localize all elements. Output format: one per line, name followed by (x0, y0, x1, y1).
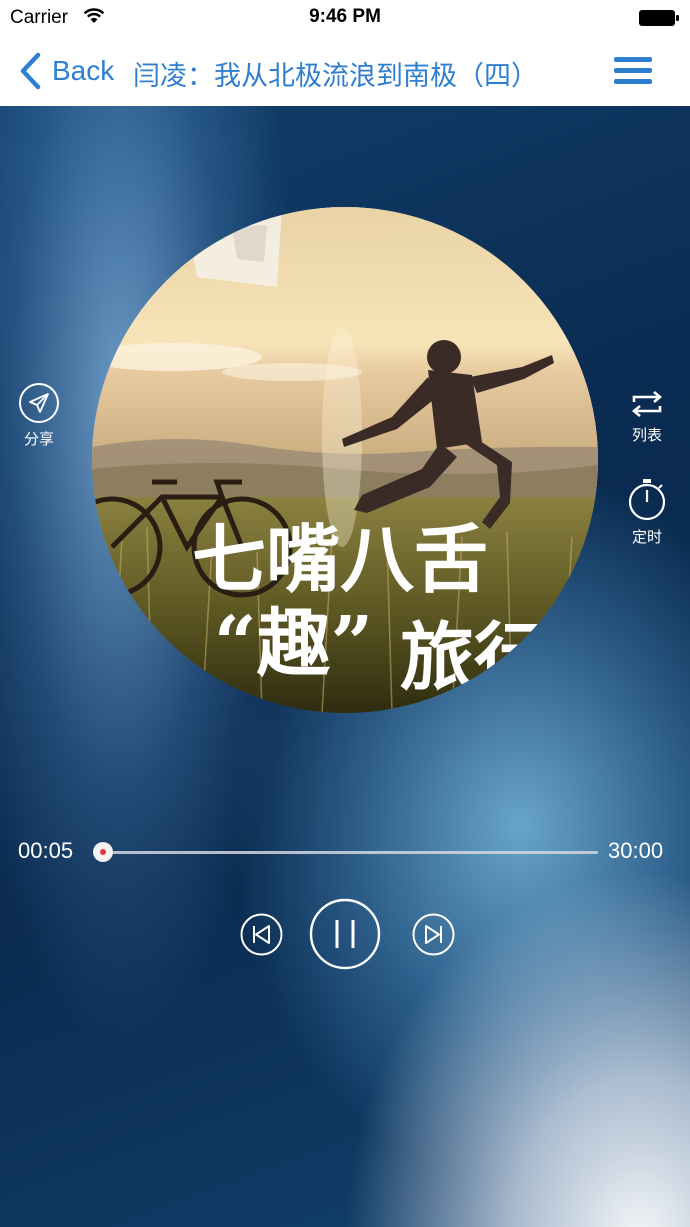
timer-icon (628, 479, 666, 521)
album-title-line2-quote: “趣” (214, 601, 373, 687)
playlist-label: 列表 (631, 426, 662, 444)
status-bar: Carrier 9:46 PM (0, 0, 690, 36)
album-title-line1: 七嘴八舌 (192, 517, 488, 603)
back-button[interactable]: Back (18, 51, 114, 91)
album-cover-illustration: 七嘴八舌 “趣” 旅行 (92, 207, 598, 713)
status-time: 9:46 PM (309, 6, 381, 27)
current-time: 00:05 (18, 838, 74, 863)
total-time: 30:00 (608, 838, 664, 863)
playlist-button[interactable]: 列表 (626, 388, 668, 445)
battery-icon (639, 10, 679, 26)
navigation-bar: Back 闫凌：我从北极流浪到南极（四） (0, 36, 690, 106)
pause-icon[interactable] (309, 898, 381, 970)
previous-icon[interactable] (240, 913, 283, 956)
share-label: 分享 (23, 430, 54, 448)
page-title: 闫凌：我从北极流浪到南极（四） (133, 61, 538, 92)
back-label: Back (52, 55, 115, 86)
share-icon (19, 383, 59, 423)
album-title-line2-rest: 旅行 (400, 615, 548, 701)
timer-button[interactable]: 定时 (626, 478, 668, 547)
menu-icon[interactable] (614, 56, 652, 86)
repeat-icon (631, 391, 663, 417)
progress-bar[interactable] (102, 851, 598, 854)
share-button[interactable]: 分享 (18, 382, 60, 449)
timer-label: 定时 (631, 528, 662, 546)
back-chevron-icon (20, 52, 41, 90)
album-cover: 七嘴八舌 “趣” 旅行 (92, 207, 598, 713)
next-icon[interactable] (412, 913, 455, 956)
